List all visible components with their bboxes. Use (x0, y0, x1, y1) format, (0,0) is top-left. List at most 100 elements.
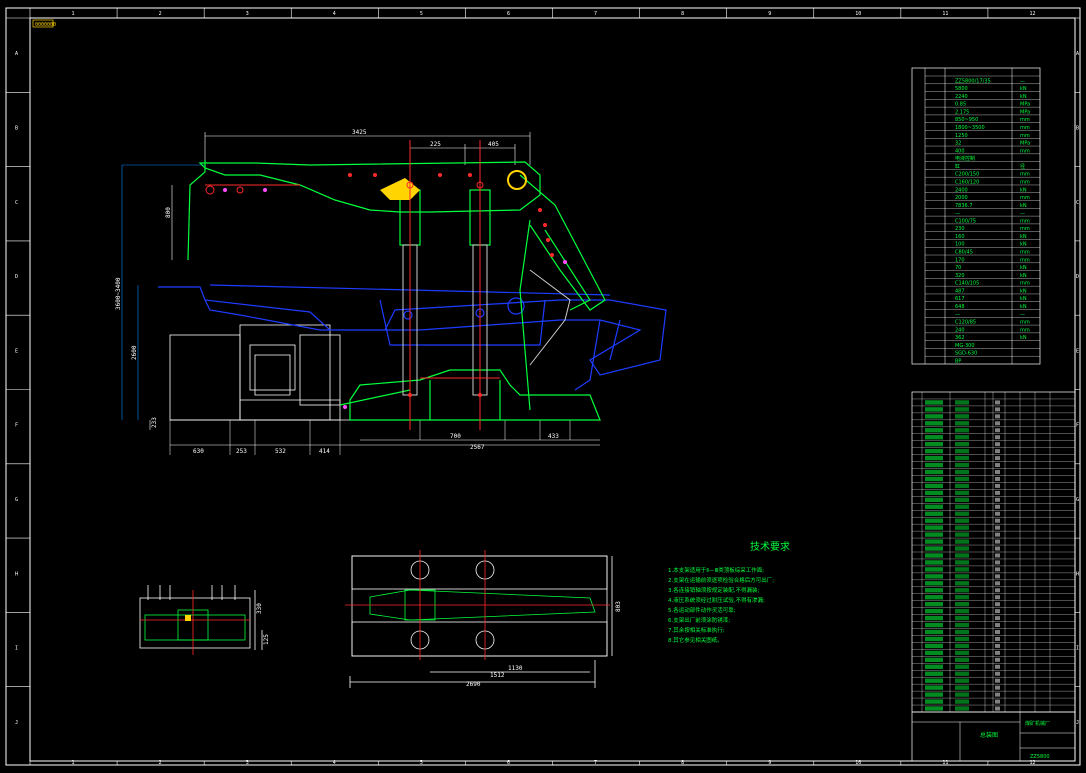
zone-number-bottom: 6 (507, 760, 510, 766)
zone-number-top: 1 (72, 11, 75, 17)
param-unit: mm (1020, 172, 1030, 178)
zone-number-top: 6 (507, 11, 510, 17)
zone-letter-right: C (1076, 200, 1079, 206)
parts-code-mark (955, 518, 969, 523)
parts-qty-mark (995, 602, 1000, 607)
end-view: 330 125 (139, 585, 270, 655)
parts-qty-mark (995, 400, 1000, 405)
param-value: SGD-630 (955, 351, 977, 357)
parts-qty-mark (995, 616, 1000, 621)
parts-name-mark (925, 546, 943, 551)
param-unit: kN (1020, 335, 1027, 341)
param-value: MG-300 (955, 343, 975, 349)
parts-code-mark (955, 678, 969, 683)
parts-code-mark (955, 595, 969, 600)
parts-name-mark (925, 657, 943, 663)
parts-name-mark (925, 504, 943, 509)
parts-qty-mark (995, 609, 1000, 614)
param-unit: mm (1020, 148, 1030, 154)
zone-number-bottom: 2 (159, 760, 162, 766)
inner-border (29, 17, 1076, 762)
param-value: — (955, 211, 960, 217)
param-value: 5800 (955, 86, 968, 92)
param-unit: kN (1020, 203, 1027, 209)
parts-name-mark (925, 511, 943, 516)
parts-qty-mark (995, 574, 1000, 579)
zone-number-top: 3 (246, 11, 249, 17)
zone-letter-right: D (1076, 274, 1079, 280)
parts-qty-mark (995, 643, 1000, 648)
parts-qty-mark (995, 560, 1000, 565)
parts-qty-mark (995, 532, 1000, 537)
dim-bottom-3: 532 (275, 448, 286, 455)
dim-bottom-1: 630 (193, 448, 204, 455)
parts-name-mark (925, 469, 943, 475)
zone-letter-left: H (15, 571, 18, 577)
parts-qty-mark (995, 442, 1000, 447)
tech-note-line: 6.支架出厂前须涂防锈漆; (668, 616, 730, 624)
zone-number-bottom: 7 (594, 760, 597, 766)
zone-number-bottom: 3 (246, 760, 249, 766)
parts-qty-mark (995, 435, 1000, 440)
parts-qty-mark (995, 581, 1000, 586)
parts-name-mark (925, 421, 943, 426)
param-unit: mm (1020, 226, 1030, 232)
parts-code-mark (955, 483, 969, 489)
dim-bottom-7: 433 (548, 433, 559, 440)
outer-border (5, 7, 1081, 766)
parts-name-mark (925, 685, 943, 690)
param-table: ZZ5800/17/35 — 5800 kN 2240 kN 0.85 MPa 2.175 MPa… (911, 67, 1041, 365)
tech-note-line: 4.液压系统须经过耐压试验,不得有渗漏; (668, 596, 765, 604)
parts-qty-mark (995, 706, 1000, 711)
parts-code-mark (955, 532, 969, 537)
param-unit: kN (1020, 296, 1027, 302)
param-value: C80/45 (955, 250, 973, 256)
zone-number-bottom: 5 (420, 760, 423, 766)
parts-name-mark (925, 428, 943, 433)
parts-name-mark (925, 455, 943, 461)
parts-qty-mark (995, 463, 1000, 468)
parts-qty-mark (995, 595, 1000, 600)
parts-qty-mark (995, 421, 1000, 426)
zone-letter-left: A (15, 51, 18, 57)
parts-code-mark (955, 699, 969, 704)
parts-name-mark (925, 588, 943, 593)
parts-code-mark (955, 650, 969, 656)
parts-code-mark (955, 441, 969, 447)
zone-number-top: 8 (681, 11, 684, 17)
param-unit: kN (1020, 288, 1027, 294)
parts-name-mark (925, 553, 943, 558)
title-block: 总装图 煤矿机械厂 ZZ5800 (911, 711, 1076, 762)
stamp-text: 0000000 (35, 22, 56, 28)
end-dim-2: 125 (263, 634, 270, 645)
parts-code-mark (955, 615, 969, 621)
parts-name-mark (925, 462, 943, 468)
param-value: 0.85 (955, 102, 966, 108)
param-value: 100 (955, 242, 965, 248)
param-value: 170 (955, 257, 965, 263)
param-unit: — (1020, 312, 1025, 318)
parts-qty-mark (995, 636, 1000, 641)
parts-code-mark (955, 574, 969, 579)
param-value: C140/105 (955, 281, 979, 287)
param-value: 617 (955, 296, 965, 302)
param-value: ZZ5800/17/35 (955, 78, 991, 84)
parts-code-mark (955, 581, 969, 586)
plan-dim-1: 1130 (508, 665, 523, 672)
parts-qty-mark (995, 490, 1000, 495)
plan-dim-3: 2690 (466, 681, 481, 688)
param-value: 230 (955, 226, 965, 232)
parts-code-mark (955, 657, 969, 663)
end-dim-1: 330 (256, 603, 263, 614)
parts-code-mark (955, 664, 969, 669)
dim-top-3: 405 (488, 141, 499, 148)
parts-code-mark (955, 629, 969, 635)
parts-qty-mark (995, 511, 1000, 516)
zone-ticks: 112233445566778899101011111212A AB BC CD DE E… (6, 8, 1080, 766)
cad-drawing-canvas: 112233445566778899101011111212A AB BC CD DE E… (5, 7, 1081, 766)
zone-letter-left: B (15, 125, 18, 131)
zone-letter-left: I (15, 646, 18, 652)
param-value: 2000 (955, 195, 968, 201)
parts-qty-mark (995, 504, 1000, 509)
dim-bottom-5: 700 (450, 433, 461, 440)
